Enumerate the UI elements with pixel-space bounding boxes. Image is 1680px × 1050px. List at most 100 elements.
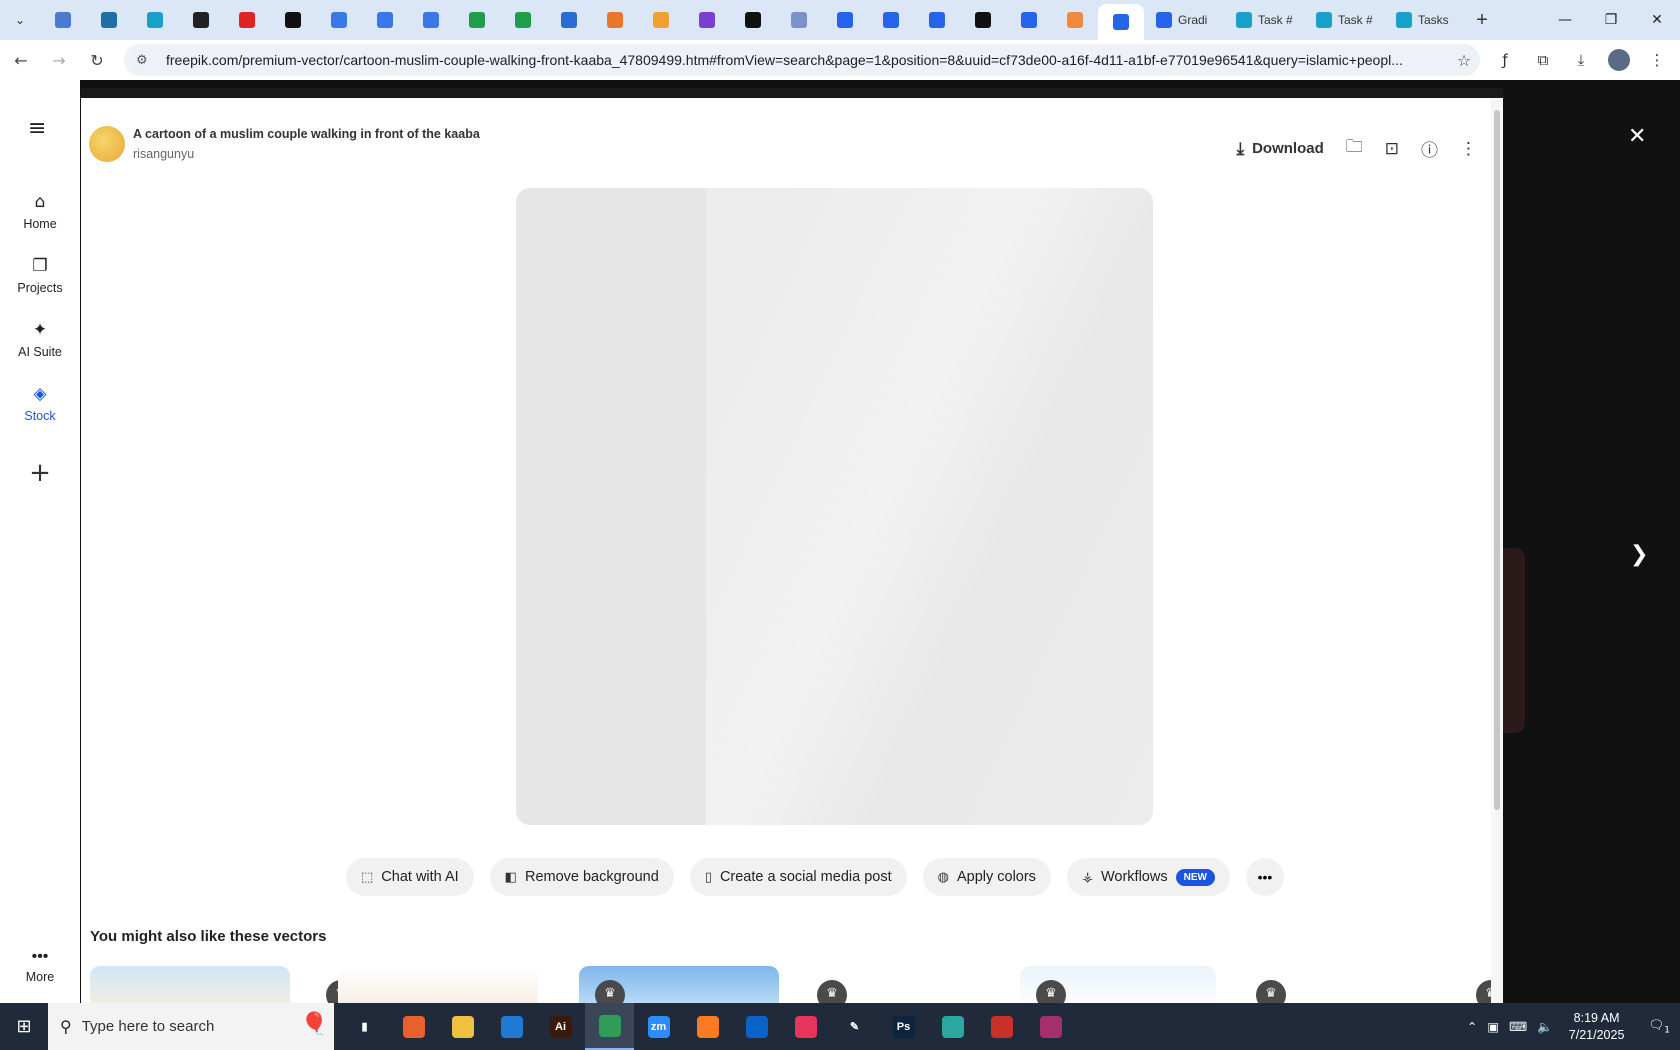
browser-tab[interactable]: Task # bbox=[1304, 0, 1384, 40]
left-navigation: ≡ ⌂ Home ❐ Projects ✦ AI Suite ◈ Stock +… bbox=[0, 80, 80, 1003]
minimize-icon[interactable]: — bbox=[1542, 0, 1588, 40]
taskbar-app[interactable]: ▮ bbox=[340, 1003, 389, 1050]
tray-app-icon[interactable]: ▣ bbox=[1487, 1019, 1499, 1034]
image-preview-placeholder[interactable] bbox=[516, 188, 1153, 825]
pinned-tab[interactable] bbox=[684, 0, 730, 40]
edit-image-icon[interactable]: ⊡ bbox=[1385, 139, 1399, 159]
taskbar-app[interactable] bbox=[928, 1003, 977, 1050]
pinned-tab[interactable] bbox=[868, 0, 914, 40]
pinned-tab[interactable] bbox=[224, 0, 270, 40]
pinned-tab[interactable] bbox=[316, 0, 362, 40]
browser-menu-icon[interactable]: ⋮ bbox=[1640, 43, 1674, 77]
font-extension-icon[interactable]: ƒ bbox=[1488, 43, 1522, 77]
pinned-tab[interactable] bbox=[546, 0, 592, 40]
author-avatar[interactable] bbox=[89, 126, 125, 162]
remove-background-button[interactable]: ◧ Remove background bbox=[489, 858, 674, 896]
taskbar-app[interactable]: Ps bbox=[879, 1003, 928, 1050]
pinned-tab[interactable] bbox=[776, 0, 822, 40]
tab-title: Gradi bbox=[1178, 13, 1208, 27]
pinned-tab[interactable] bbox=[270, 0, 316, 40]
nav-item-ai-suite[interactable]: ✦ AI Suite bbox=[0, 320, 80, 359]
profile-avatar[interactable] bbox=[1602, 43, 1636, 77]
pinned-tab[interactable] bbox=[1052, 0, 1098, 40]
save-to-collection-icon[interactable]: 🗀 bbox=[1346, 134, 1363, 163]
close-modal-icon[interactable]: ✕ bbox=[1628, 124, 1646, 149]
nav-item-stock[interactable]: ◈ Stock bbox=[0, 384, 80, 423]
modal-scrollbar[interactable] bbox=[1491, 98, 1503, 1003]
taskbar-app[interactable]: Ai bbox=[536, 1003, 585, 1050]
browser-tab[interactable]: Task # bbox=[1224, 0, 1304, 40]
taskbar-app[interactable] bbox=[781, 1003, 830, 1050]
extensions-icon[interactable]: ⧉ bbox=[1526, 43, 1560, 77]
windows-start-icon[interactable]: ⊞ bbox=[0, 1003, 48, 1050]
new-tab-button[interactable]: + bbox=[1464, 0, 1500, 40]
nav-item-home[interactable]: ⌂ Home bbox=[0, 192, 80, 231]
browser-tab[interactable]: Gradi bbox=[1144, 0, 1224, 40]
chat-with-ai-button[interactable]: ⬚ Chat with AI bbox=[346, 858, 474, 896]
add-icon[interactable]: + bbox=[20, 454, 60, 494]
create-social-post-button[interactable]: ▯ Create a social media post bbox=[689, 858, 907, 896]
volume-icon[interactable]: 🔈 bbox=[1537, 1019, 1553, 1035]
pinned-tab[interactable] bbox=[86, 0, 132, 40]
similar-thumbnail[interactable] bbox=[90, 966, 290, 1003]
pinned-tab[interactable] bbox=[500, 0, 546, 40]
similar-thumbnail[interactable] bbox=[338, 966, 538, 1003]
forward-icon[interactable]: → bbox=[42, 43, 76, 77]
bookmark-star-icon[interactable]: ☆ bbox=[1448, 51, 1480, 70]
next-asset-arrow-icon[interactable]: ❯ bbox=[1630, 542, 1648, 567]
taskbar-app[interactable] bbox=[389, 1003, 438, 1050]
author-name[interactable]: risangunyu bbox=[133, 147, 480, 161]
taskbar-app[interactable]: zm bbox=[634, 1003, 683, 1050]
pinned-tab[interactable] bbox=[408, 0, 454, 40]
taskbar-app[interactable] bbox=[585, 1003, 634, 1050]
taskbar-app[interactable] bbox=[438, 1003, 487, 1050]
browser-tab[interactable]: Tasks bbox=[1384, 0, 1464, 40]
pinned-tab[interactable] bbox=[362, 0, 408, 40]
notifications-icon[interactable]: 🗨1 bbox=[1648, 1017, 1670, 1036]
tab-search-chevron-icon[interactable]: ⌄ bbox=[0, 0, 40, 40]
address-bar[interactable]: ⚙ freepik.com/premium-vector/cartoon-mus… bbox=[124, 44, 1480, 76]
site-info-icon[interactable]: ⚙ bbox=[136, 53, 158, 68]
pinned-tab[interactable] bbox=[454, 0, 500, 40]
nav-item-projects[interactable]: ❐ Projects bbox=[0, 256, 80, 295]
workflows-button[interactable]: ⚶ Workflows NEW bbox=[1066, 858, 1230, 896]
hamburger-menu-icon[interactable]: ≡ bbox=[28, 116, 46, 141]
docs-icon bbox=[331, 12, 347, 28]
pinned-tab[interactable] bbox=[1006, 0, 1052, 40]
tray-chevron-icon[interactable]: ⌃ bbox=[1467, 1019, 1477, 1034]
pinned-tab[interactable] bbox=[178, 0, 224, 40]
back-icon[interactable]: ← bbox=[4, 43, 38, 77]
taskbar-app[interactable] bbox=[732, 1003, 781, 1050]
reload-icon[interactable]: ↻ bbox=[80, 43, 114, 77]
taskbar-app[interactable] bbox=[977, 1003, 1026, 1050]
download-button[interactable]: ⤓ Download bbox=[1237, 139, 1324, 159]
pinned-tab[interactable] bbox=[914, 0, 960, 40]
pinned-tab[interactable] bbox=[132, 0, 178, 40]
pinned-tab[interactable] bbox=[1098, 4, 1144, 40]
taskbar-app[interactable] bbox=[683, 1003, 732, 1050]
clock-time: 8:19 AM bbox=[1573, 1010, 1620, 1025]
downloads-icon[interactable]: ⤓ bbox=[1564, 43, 1598, 77]
taskbar-app[interactable] bbox=[1026, 1003, 1075, 1050]
taskbar-app[interactable]: ✎ bbox=[830, 1003, 879, 1050]
taskbar-search-box[interactable]: ⚲ Type here to search 🎈 bbox=[48, 1003, 334, 1050]
pinned-tab[interactable] bbox=[592, 0, 638, 40]
close-window-icon[interactable]: ✕ bbox=[1634, 0, 1680, 40]
pinned-tab[interactable] bbox=[40, 0, 86, 40]
pinned-tab[interactable] bbox=[638, 0, 684, 40]
apply-colors-button[interactable]: ◍ Apply colors bbox=[922, 858, 1051, 896]
more-options-icon[interactable]: ⋮ bbox=[1460, 139, 1477, 159]
taskbar-app[interactable] bbox=[487, 1003, 536, 1050]
download-label: Download bbox=[1252, 140, 1324, 157]
more-tools-button[interactable]: ••• bbox=[1245, 858, 1284, 896]
restore-icon[interactable]: ❐ bbox=[1588, 0, 1634, 40]
clock[interactable]: 8:19 AM 7/21/2025 bbox=[1569, 1010, 1625, 1044]
network-icon[interactable]: ⌨ bbox=[1509, 1019, 1527, 1034]
pinned-tab[interactable] bbox=[730, 0, 776, 40]
pinned-tab[interactable] bbox=[822, 0, 868, 40]
nav-item-more[interactable]: ••• More bbox=[0, 948, 80, 984]
pinned-tab[interactable] bbox=[960, 0, 1006, 40]
info-icon[interactable]: ⓘ bbox=[1421, 136, 1438, 161]
tool-label: Workflows bbox=[1100, 869, 1168, 885]
tab-favicon-icon bbox=[1316, 12, 1332, 28]
